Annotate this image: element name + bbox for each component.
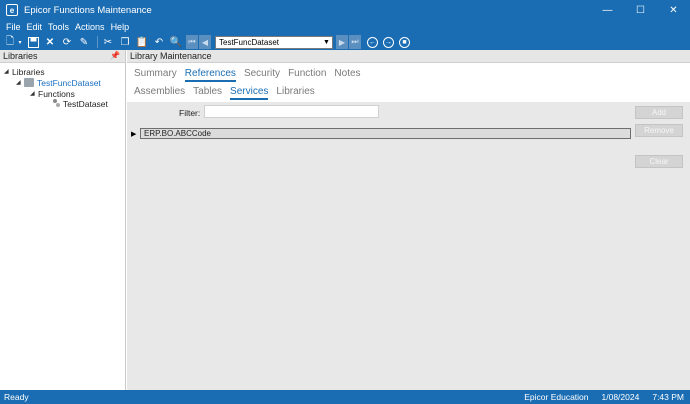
add-button[interactable]: Add bbox=[635, 106, 683, 119]
reference-subtabs: Assemblies Tables Services Libraries bbox=[134, 86, 323, 100]
tree-label-root: Libraries bbox=[12, 66, 45, 77]
library-icon bbox=[24, 78, 34, 87]
stop-icon[interactable]: ■ bbox=[399, 36, 410, 48]
first-record-icon[interactable]: ⏮ bbox=[186, 35, 198, 49]
menu-tools[interactable]: Tools bbox=[45, 22, 72, 32]
main-panel-title: Library Maintenance bbox=[130, 51, 212, 61]
function-icon bbox=[52, 99, 60, 108]
status-date: 1/08/2024 bbox=[601, 392, 640, 402]
toolbar: 🗋 ▾ ✕ ⟳ ✎ ✂ ❐ 📋 ↶ 🔍 ⏮ ◀ TestFuncDataset … bbox=[0, 34, 690, 50]
menu-actions[interactable]: Actions bbox=[72, 22, 108, 32]
close-button[interactable]: ✕ bbox=[657, 0, 690, 20]
main-tabs: Summary References Security Function Not… bbox=[134, 68, 369, 82]
record-select-value: TestFuncDataset bbox=[219, 37, 280, 47]
previous-record-icon[interactable]: ◀ bbox=[199, 35, 211, 49]
tree-node-libraries[interactable]: ◢ Libraries bbox=[4, 66, 45, 77]
menu-edit[interactable]: Edit bbox=[24, 22, 46, 32]
remove-button[interactable]: Remove bbox=[635, 124, 683, 137]
tab-function[interactable]: Function bbox=[288, 68, 326, 82]
libraries-panel: Libraries 📌 ◢ Libraries ◢ TestFuncDatase… bbox=[0, 50, 126, 390]
collapse-icon[interactable]: ◢ bbox=[4, 68, 12, 75]
tree-node-library[interactable]: ◢ TestFuncDataset bbox=[16, 77, 101, 88]
subtab-assemblies[interactable]: Assemblies bbox=[134, 86, 185, 100]
tree-node-function[interactable]: TestDataset bbox=[52, 98, 108, 109]
clear-icon[interactable]: ✎ bbox=[77, 35, 91, 49]
services-content: Filter: ▶ ERP.BO.ABCCode Add Remove Clea… bbox=[127, 102, 690, 390]
back-icon[interactable]: ← bbox=[367, 36, 378, 48]
cut-icon[interactable]: ✂ bbox=[101, 35, 115, 49]
status-text: Ready bbox=[4, 392, 29, 402]
menu-file[interactable]: File bbox=[3, 22, 24, 32]
tab-summary[interactable]: Summary bbox=[134, 68, 177, 82]
undo-icon[interactable]: ↶ bbox=[152, 35, 166, 49]
window-title: Epicor Functions Maintenance bbox=[24, 4, 152, 16]
search-icon[interactable]: 🔍 bbox=[169, 35, 183, 49]
app-logo-icon: e bbox=[6, 4, 18, 16]
libraries-panel-header: Libraries 📌 bbox=[0, 50, 125, 63]
delete-icon[interactable]: ✕ bbox=[43, 35, 57, 49]
toolbar-separator bbox=[97, 36, 98, 48]
forward-icon[interactable]: → bbox=[383, 36, 394, 48]
libraries-panel-title: Libraries bbox=[3, 51, 38, 61]
service-name: ERP.BO.ABCCode bbox=[140, 128, 631, 139]
next-record-icon[interactable]: ▶ bbox=[336, 35, 348, 49]
collapse-icon[interactable]: ◢ bbox=[30, 90, 38, 97]
new-icon[interactable]: 🗋 bbox=[3, 35, 17, 49]
clear-button[interactable]: Clear bbox=[635, 155, 683, 168]
filter-input[interactable] bbox=[204, 105, 379, 118]
status-bar: Ready Epicor Education 1/08/2024 7:43 PM bbox=[0, 390, 690, 404]
save-icon[interactable] bbox=[26, 35, 40, 49]
subtab-services[interactable]: Services bbox=[230, 86, 269, 100]
main-panel-header: Library Maintenance bbox=[127, 50, 690, 63]
menu-bar: File Edit Tools Actions Help bbox=[0, 20, 690, 34]
expand-icon[interactable]: ▶ bbox=[131, 130, 140, 138]
tree-label-folder: Functions bbox=[38, 88, 75, 99]
paste-icon[interactable]: 📋 bbox=[135, 35, 149, 49]
record-select[interactable]: TestFuncDataset ▼ bbox=[215, 35, 333, 49]
maximize-button[interactable]: ☐ bbox=[624, 0, 657, 20]
copy-icon[interactable]: ❐ bbox=[118, 35, 132, 49]
tree-label-library: TestFuncDataset bbox=[37, 77, 101, 88]
new-dropdown-icon[interactable]: ▾ bbox=[17, 35, 23, 49]
last-record-icon[interactable]: ⏭ bbox=[349, 35, 361, 49]
collapse-icon[interactable]: ◢ bbox=[16, 79, 24, 86]
minimize-button[interactable]: — bbox=[591, 0, 624, 20]
chevron-down-icon[interactable]: ▼ bbox=[321, 37, 332, 48]
tree-label-function: TestDataset bbox=[63, 98, 108, 109]
tab-notes[interactable]: Notes bbox=[334, 68, 360, 82]
subtab-tables[interactable]: Tables bbox=[193, 86, 222, 100]
tab-security[interactable]: Security bbox=[244, 68, 280, 82]
status-time: 7:43 PM bbox=[652, 392, 684, 402]
pin-icon[interactable]: 📌 bbox=[110, 51, 120, 60]
menu-help[interactable]: Help bbox=[108, 22, 133, 32]
status-company: Epicor Education bbox=[524, 392, 589, 402]
filter-label: Filter: bbox=[179, 108, 201, 118]
tab-references[interactable]: References bbox=[184, 68, 236, 82]
subtab-libraries[interactable]: Libraries bbox=[276, 86, 314, 100]
main-panel: Summary References Security Function Not… bbox=[127, 64, 690, 390]
title-bar: e Epicor Functions Maintenance — ☐ ✕ bbox=[0, 0, 690, 20]
list-item[interactable]: ▶ ERP.BO.ABCCode bbox=[131, 128, 631, 139]
refresh-icon[interactable]: ⟳ bbox=[60, 35, 74, 49]
